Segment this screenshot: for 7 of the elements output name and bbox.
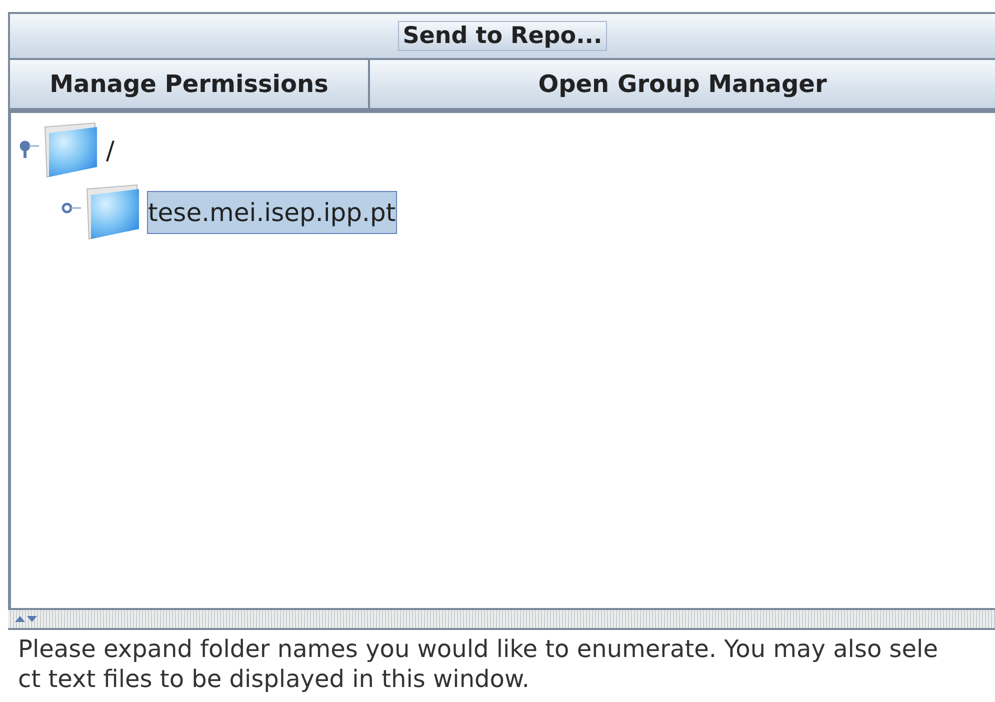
action-button[interactable]: Open Group Manager — [370, 60, 995, 110]
message-text: Please expand folder names you would like to enumerate. You may also sele — [18, 634, 939, 664]
tree-node-label[interactable]: / — [105, 128, 116, 172]
send-button[interactable]: Send to Repo... — [398, 21, 608, 51]
tree-node-label[interactable]: tese.mei.isep.ipp.pt — [147, 190, 397, 234]
action-button[interactable]: Manage Permissions — [8, 60, 370, 110]
message-text: ct text files to be displayed in this window. — [18, 664, 531, 694]
